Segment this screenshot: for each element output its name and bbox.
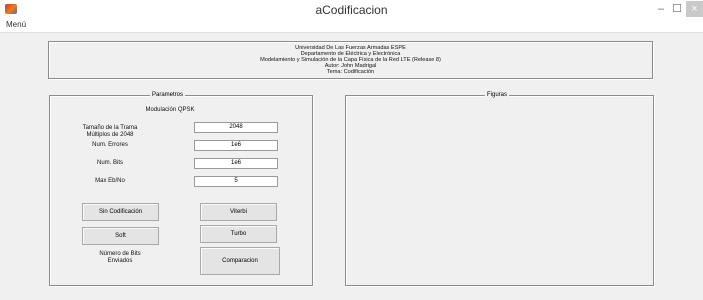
viterbi-button[interactable]: Viterbi: [200, 203, 277, 221]
num-errors-input[interactable]: [194, 140, 278, 151]
close-button[interactable]: ×: [686, 1, 703, 17]
info-text: Universidad De Las Fuerzas Armadas ESPE …: [49, 45, 652, 75]
max-ebno-input[interactable]: [194, 176, 278, 187]
bits-sent-label: Número de Bits Enviados: [70, 251, 170, 265]
menu-item-menu[interactable]: Menú: [6, 20, 26, 29]
menu-bar: Menú: [0, 19, 703, 33]
num-bits-input[interactable]: [194, 158, 278, 169]
turbo-button[interactable]: Turbo: [200, 225, 277, 243]
bits-sent-label-line2: Enviados: [107, 258, 133, 264]
parameters-panel-title: Parametros: [150, 92, 186, 99]
figures-panel: Figuras: [345, 92, 654, 286]
max-ebno-label: Max Eb/No: [95, 178, 125, 184]
no-coding-button[interactable]: Sin Codificación: [82, 203, 159, 221]
maximize-button[interactable]: ☐: [670, 1, 684, 17]
minimize-button[interactable]: –: [654, 1, 668, 17]
num-bits-label: Num. Bits: [96, 160, 123, 166]
frame-size-label: Tamaño de la Trama Múltiplos de 2048: [60, 125, 160, 139]
bits-sent-label-line1: Número de Bits: [99, 251, 141, 257]
window-title: aCodificacion: [315, 3, 388, 17]
num-errors-label: Num. Errores: [92, 142, 128, 148]
modulation-label: Modulación QPSK: [145, 107, 195, 113]
parameters-panel: Parametros Modulación QPSK Tamaño de la …: [49, 92, 313, 286]
frame-size-label-line1: Tamaño de la Trama: [82, 125, 138, 131]
info-panel: Universidad De Las Fuerzas Armadas ESPE …: [48, 41, 653, 79]
title-bar: aCodificacion – ☐ ×: [0, 0, 703, 19]
frame-size-input[interactable]: [194, 122, 278, 133]
comparison-button[interactable]: Comparacion: [200, 247, 280, 275]
figures-panel-title: Figuras: [485, 92, 510, 99]
frame-size-label-line2: Múltiplos de 2048: [86, 132, 134, 138]
topic-line: Tema: Codificación: [326, 69, 375, 75]
soft-button[interactable]: Soft: [82, 227, 159, 245]
